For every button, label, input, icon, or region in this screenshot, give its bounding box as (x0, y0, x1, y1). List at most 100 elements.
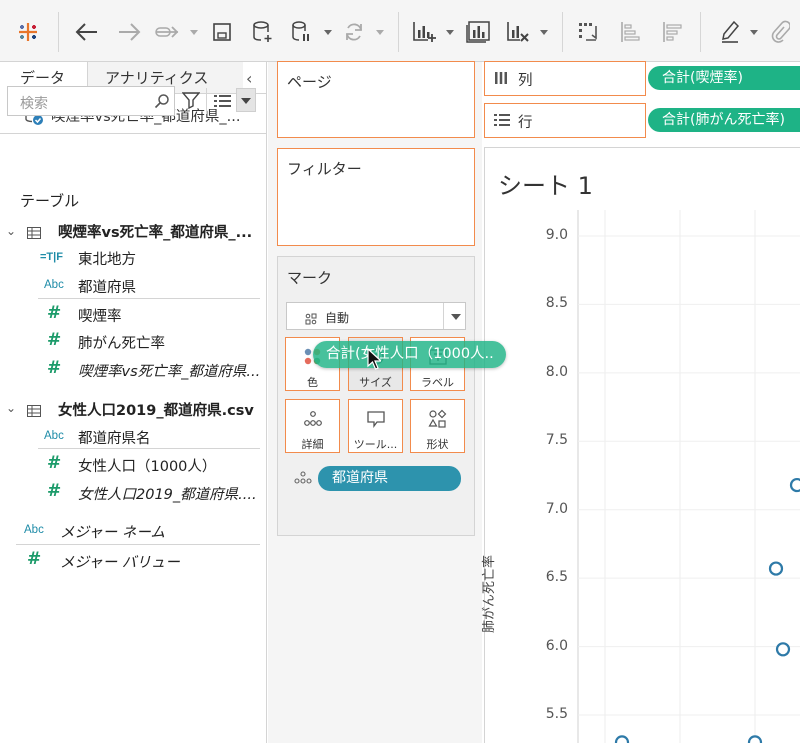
highlight-pen-icon[interactable] (718, 18, 744, 46)
filters-card[interactable]: フィルター (277, 148, 475, 246)
scatter-point[interactable] (768, 561, 784, 576)
table-name[interactable]: 女性人口2019_都道府県.csv (58, 399, 254, 420)
chevron-down-icon[interactable] (750, 30, 758, 35)
detail-button-label: 詳細 (301, 438, 324, 451)
columns-icon (494, 70, 508, 89)
sort-ascending-icon[interactable] (616, 18, 644, 46)
divider (38, 298, 260, 299)
filters-card-title: フィルター (287, 160, 362, 178)
chevron-down-icon[interactable]: ⌄ (6, 401, 16, 415)
tooltip-bubble-icon (366, 409, 386, 433)
collapse-pane-chevron-icon[interactable]: ‹ (246, 69, 252, 88)
search-placeholder: 検索 (20, 96, 48, 112)
y-tick-label: 8.0 (545, 363, 568, 380)
string-icon: Abc (44, 430, 64, 442)
number-icon: # (47, 303, 62, 323)
field-item[interactable]: 肺がん死亡率 (78, 332, 165, 353)
table-name[interactable]: 喫煙率vs死亡率_都道府県_... (58, 221, 252, 242)
sort-descending-icon[interactable] (658, 18, 686, 46)
y-tick-label: 7.5 (545, 432, 568, 449)
toolbar-divider (700, 12, 701, 52)
chevron-down-icon[interactable] (446, 30, 454, 35)
tables-section-title: テーブル (20, 192, 80, 210)
field-item[interactable]: 女性人口2019_都道府県.... (78, 483, 257, 504)
table-grid-icon (27, 224, 41, 243)
redo-replay-icon[interactable] (152, 18, 184, 46)
rows-shelf[interactable]: 行 (484, 103, 646, 138)
new-datasource-icon[interactable] (248, 18, 276, 46)
scatter-point[interactable] (747, 735, 763, 743)
divider (16, 544, 260, 545)
detail-button[interactable]: 詳細 (285, 399, 340, 453)
paperclip-icon[interactable] (768, 18, 792, 46)
field-item[interactable]: 喫煙率vs死亡率_都道府県... (78, 360, 260, 381)
toolbar (0, 0, 800, 62)
mark-type-dropdown[interactable]: 自動 (286, 302, 466, 330)
number-icon: # (27, 549, 42, 569)
tooltip-button[interactable]: ツール... (348, 399, 403, 453)
field-item[interactable]: 東北地方 (78, 248, 136, 269)
chevron-down-icon[interactable] (540, 30, 548, 35)
mouse-cursor-icon (367, 347, 383, 374)
detail-pill-prefecture[interactable]: 都道府県 (318, 466, 461, 491)
swap-rows-columns-icon[interactable] (574, 18, 602, 46)
toolbar-divider (398, 12, 399, 52)
list-view-icon[interactable] (214, 93, 232, 112)
scatter-point[interactable] (789, 477, 800, 493)
shape-button-label: 形状 (426, 438, 449, 451)
back-arrow-icon[interactable] (72, 18, 102, 46)
string-icon: Abc (44, 279, 64, 291)
y-tick-label: 9.0 (545, 227, 568, 243)
y-axis-title: 肺がん死亡率 (482, 554, 497, 633)
chevron-down-icon[interactable] (451, 314, 461, 320)
shape-button[interactable]: 形状 (410, 399, 465, 453)
save-icon[interactable] (208, 18, 236, 46)
search-field[interactable]: 検索 (7, 86, 175, 116)
chevron-down-icon[interactable]: ⌄ (6, 224, 16, 238)
measure-values-field[interactable]: メジャー バリュー (60, 551, 180, 572)
divider (38, 448, 260, 449)
field-item[interactable]: 女性人口（1000人） (78, 455, 216, 476)
pages-card[interactable]: ページ (277, 61, 475, 138)
chevron-down-icon[interactable] (190, 30, 198, 35)
rows-icon (494, 112, 510, 131)
dragging-pill-female-population[interactable]: 合計(女性人口（1000人.. (313, 341, 506, 368)
chevron-down-icon[interactable] (324, 30, 332, 35)
detail-dots-icon (293, 470, 313, 490)
field-item[interactable]: 都道府県名 (78, 427, 151, 448)
clear-sheet-icon[interactable] (504, 18, 532, 46)
view-options-dropdown[interactable] (236, 88, 256, 112)
new-worksheet-icon[interactable] (410, 18, 438, 46)
table-grid-icon (27, 402, 41, 421)
number-icon: # (47, 330, 62, 350)
columns-shelf-label: 列 (518, 73, 533, 89)
duplicate-sheet-icon[interactable] (463, 18, 493, 46)
scatter-point[interactable] (614, 735, 630, 743)
chevron-down-icon[interactable] (376, 30, 384, 35)
field-item[interactable]: 喫煙率 (78, 305, 122, 326)
forward-arrow-icon[interactable] (114, 18, 144, 46)
marks-card: マーク 自動 (277, 256, 475, 536)
rows-shelf-label: 行 (518, 115, 533, 131)
y-tick-label: 5.5 (545, 706, 568, 722)
color-button-label: 色 (307, 376, 318, 389)
field-item[interactable]: 都道府県 (78, 276, 136, 297)
search-icon[interactable] (154, 93, 170, 113)
scatter-point[interactable] (775, 642, 791, 657)
divider (443, 303, 444, 329)
pages-card-title: ページ (287, 73, 332, 91)
number-icon: # (47, 481, 62, 501)
refresh-icon[interactable] (340, 18, 368, 46)
columns-shelf[interactable]: 列 (484, 61, 646, 96)
number-icon: # (47, 453, 62, 473)
rows-pill-lung-cancer-rate[interactable]: 合計(肺がん死亡率) (648, 108, 800, 132)
y-tick-label: 8.5 (545, 295, 568, 312)
marks-card-title: マーク (287, 269, 333, 287)
tableau-logo-icon[interactable] (14, 18, 42, 46)
columns-pill-smoking-rate[interactable]: 合計(喫煙率) (648, 66, 800, 90)
filter-funnel-icon[interactable] (181, 91, 201, 113)
pause-datasource-icon[interactable] (288, 18, 314, 46)
measure-names-field[interactable]: メジャー ネーム (60, 521, 165, 542)
label-button-label: ラベル (421, 376, 454, 389)
divider (206, 88, 207, 114)
